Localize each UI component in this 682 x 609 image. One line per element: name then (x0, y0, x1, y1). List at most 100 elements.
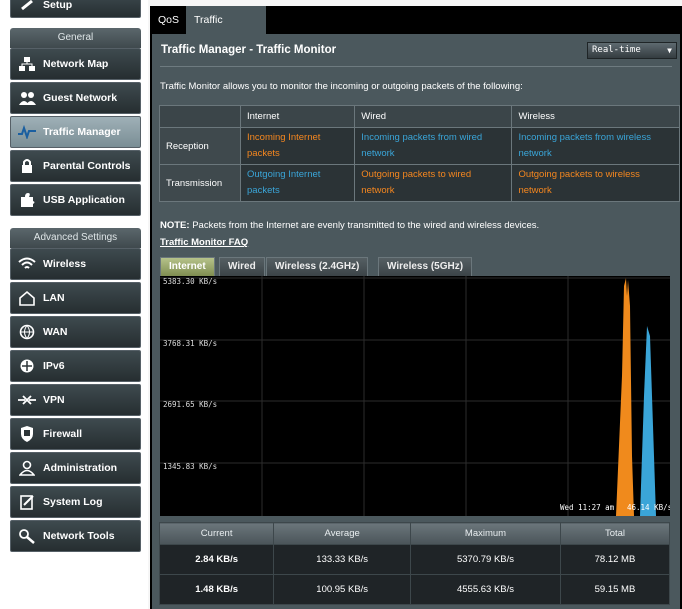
stats-cell: 133.33 KB/s (273, 544, 412, 575)
system-log-icon (11, 494, 43, 510)
intro-text: Traffic Monitor allows you to monitor th… (160, 81, 523, 92)
sidebar-item-label: LAN (43, 292, 65, 304)
guest-network-icon (11, 90, 43, 106)
globe-icon (11, 324, 43, 340)
stats-header-cell: Maximum (410, 522, 561, 545)
stats-header-row: Current Average Maximum Total (158, 522, 671, 545)
network-tools-icon (11, 528, 43, 544)
sidebar-item-firewall[interactable]: Firewall (10, 418, 141, 450)
sidebar-item-label: IPv6 (43, 360, 65, 372)
table-cell: Incoming packets from wired network (354, 127, 513, 165)
table-header-row: Internet Wired Wireless (159, 105, 680, 128)
stats-header-cell: Current (158, 522, 275, 545)
sidebar-item-label: Network Map (43, 58, 109, 70)
tab-traffic-monitor[interactable]: Traffic Monitor (186, 6, 266, 54)
sidebar-item-label: Firewall (43, 428, 83, 440)
sidebar-item-system-log[interactable]: System Log (10, 486, 141, 518)
sidebar-item-administration[interactable]: Administration (10, 452, 141, 484)
table-header-cell: Wireless (511, 105, 680, 128)
table-header-cell: Internet (239, 105, 356, 128)
traffic-graph: 5383.30 KB/s 3768.31 KB/s 2691.65 KB/s 1… (160, 276, 670, 516)
note-label: NOTE: (160, 220, 190, 231)
y-axis-label: 3768.31 KB/s (163, 339, 217, 348)
title-divider (160, 66, 672, 67)
table-header-cell: Wired (354, 105, 513, 128)
stats-cell: 2.84 KB/s (158, 544, 275, 575)
admin-icon (11, 460, 43, 476)
graph-tab-internet[interactable]: Internet (160, 257, 215, 277)
table-cell: Outgoing packets to wireless network (511, 164, 680, 202)
sidebar-item-vpn[interactable]: VPN (10, 384, 141, 416)
sidebar-item-wan[interactable]: WAN (10, 316, 141, 348)
table-cell: Incoming packets from wireless network (511, 127, 680, 165)
sidebar-item-lan[interactable]: LAN (10, 282, 141, 314)
traffic-monitor-panel: Traffic Manager - Traffic Monitor Real-t… (152, 34, 680, 609)
stats-cell: 4555.63 KB/s (410, 574, 561, 605)
sidebar-item-parental-controls[interactable]: Parental Controls (10, 150, 141, 182)
sidebar-item-label: Administration (43, 462, 118, 474)
graph-tab-wireless-2-4ghz[interactable]: Wireless (2.4GHz) (266, 257, 369, 277)
sidebar-item-label: Network Tools (43, 530, 115, 542)
sidebar-item-label: Parental Controls (43, 160, 131, 172)
sidebar-item-label: Wireless (43, 258, 87, 270)
mode-select-value: Real-time (592, 45, 641, 55)
stats-cell: 100.95 KB/s (273, 574, 412, 605)
table-row: Reception Incoming Internet packets Inco… (159, 127, 680, 165)
sidebar-item-label: System Log (43, 496, 103, 508)
advanced-settings-header: Advanced Settings (10, 228, 141, 248)
stats-cell: 78.12 MB (559, 544, 671, 575)
home-network-icon (11, 290, 43, 306)
sidebar-item-wireless[interactable]: Wireless (10, 248, 141, 280)
stats-header-cell: Average (273, 522, 412, 545)
y-axis-label: 5383.30 KB/s (163, 277, 217, 286)
stats-cell: 5370.79 KB/s (410, 544, 561, 575)
setup-icon (11, 0, 43, 11)
transmission-label: Transmission (159, 164, 241, 202)
stats-cell: 59.15 MB (559, 574, 671, 605)
shield-icon (11, 426, 43, 442)
note-body: Packets from the Internet are evenly tra… (189, 220, 540, 231)
dropdown-arrow-icon: ▼ (667, 46, 672, 55)
graph-time-label: Wed 11:27 am (560, 503, 615, 512)
y-axis-label: 1345.83 KB/s (163, 462, 217, 471)
traffic-monitor-faq-link[interactable]: Traffic Monitor FAQ (160, 237, 248, 248)
tab-qos[interactable]: QoS (150, 6, 184, 34)
sidebar-item-usb-application[interactable]: USB Application (10, 184, 141, 216)
general-header: General (10, 28, 141, 48)
page-title: Traffic Manager - Traffic Monitor (161, 44, 337, 56)
transmission-series (640, 326, 656, 516)
y-axis-label: 2691.65 KB/s (163, 400, 217, 409)
sidebar-item-traffic-manager[interactable]: Traffic Manager (10, 116, 141, 148)
main-content: QoS Traffic Monitor Traffic Manager - Tr… (150, 6, 682, 609)
table-row: Transmission Outgoing Internet packets O… (159, 164, 680, 202)
sidebar-item-label: Traffic Manager (43, 126, 121, 138)
packet-types-table: Internet Wired Wireless Reception Incomi… (159, 105, 680, 202)
sidebar-item-label: Setup (43, 0, 73, 11)
table-header-cell (159, 105, 241, 128)
sidebar-item-network-tools[interactable]: Network Tools (10, 520, 141, 552)
sidebar-item-network-map[interactable]: Network Map (10, 48, 141, 80)
graph-tab-wireless-5ghz[interactable]: Wireless (5GHz) (378, 257, 473, 277)
stats-row-reception: 2.84 KB/s 133.33 KB/s 5370.79 KB/s 78.12… (158, 544, 671, 575)
sidebar: Setup General Network Map Guest Network … (0, 0, 148, 609)
network-map-icon (11, 56, 43, 72)
mode-select[interactable]: Real-time ▼ (587, 42, 677, 59)
sidebar-item-setup[interactable]: Setup (10, 0, 141, 18)
sidebar-item-label: USB Application (43, 194, 125, 206)
graph-current-label: 46.14 KB/s (627, 503, 670, 512)
traffic-manager-icon (11, 125, 43, 139)
traffic-stats-table: Current Average Maximum Total 2.84 KB/s … (158, 522, 671, 605)
note-text: NOTE: Packets from the Internet are even… (160, 220, 539, 231)
graph-tab-wired[interactable]: Wired (219, 257, 265, 277)
stats-header-cell: Total (559, 522, 671, 545)
sidebar-item-label: WAN (43, 326, 68, 338)
sidebar-item-label: Guest Network (43, 92, 118, 104)
vpn-icon (11, 393, 43, 407)
stats-cell: 1.48 KB/s (158, 574, 275, 605)
sidebar-item-guest-network[interactable]: Guest Network (10, 82, 141, 114)
puzzle-icon (11, 192, 43, 208)
sidebar-item-label: VPN (43, 394, 65, 406)
table-cell: Outgoing packets to wired network (354, 164, 513, 202)
reception-label: Reception (159, 127, 241, 165)
sidebar-item-ipv6[interactable]: IPv6 (10, 350, 141, 382)
